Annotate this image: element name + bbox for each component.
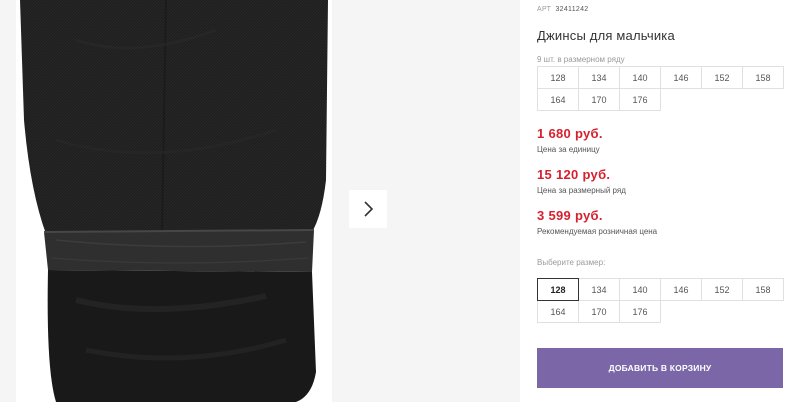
jeans-leg-image <box>16 0 332 402</box>
choose-size-label: Выберите размер: <box>537 258 606 267</box>
size-row-cell: 170 <box>578 88 620 111</box>
article-number: АРТ 32411242 <box>537 6 588 13</box>
size-row-price: 15 120 руб. <box>537 167 611 182</box>
add-to-cart-button[interactable]: ДОБАВИТЬ В КОРЗИНУ <box>537 348 783 388</box>
product-photo[interactable] <box>16 0 332 402</box>
chevron-right-icon <box>364 201 374 217</box>
size-row-label: 9 шт. в размерном ряду <box>537 55 625 64</box>
size-row-cell: 140 <box>619 66 661 89</box>
size-option-140[interactable]: 140 <box>619 278 661 301</box>
size-option-164[interactable]: 164 <box>537 300 579 323</box>
retail-price: 3 599 руб. <box>537 208 603 223</box>
product-title: Джинсы для мальчика <box>537 28 675 43</box>
size-option-134[interactable]: 134 <box>578 278 620 301</box>
size-option-158[interactable]: 158 <box>742 278 784 301</box>
article-label: АРТ <box>537 6 552 13</box>
size-row-grid: 128 134 140 146 152 158 164 170 176 <box>537 66 784 111</box>
size-option-176[interactable]: 176 <box>619 300 661 323</box>
size-option-170[interactable]: 170 <box>578 300 620 323</box>
size-picker: 128 134 140 146 152 158 164 170 176 <box>537 278 784 323</box>
retail-price-note: Рекомендуемая розничная цена <box>537 227 658 236</box>
unit-price: 1 680 руб. <box>537 126 603 141</box>
size-row-cell: 176 <box>619 88 661 111</box>
size-option-128[interactable]: 128 <box>537 278 579 301</box>
size-row-price-note: Цена за размерный ряд <box>537 186 626 195</box>
size-option-146[interactable]: 146 <box>660 278 702 301</box>
product-gallery <box>0 0 520 402</box>
article-value: 32411242 <box>555 6 589 13</box>
size-row-cell: 128 <box>537 66 579 89</box>
next-image-button[interactable] <box>349 190 387 228</box>
size-row-cell: 152 <box>701 66 743 89</box>
product-info: АРТ 32411242 Джинсы для мальчика 9 шт. в… <box>537 0 792 402</box>
size-row-cell: 164 <box>537 88 579 111</box>
size-row-cell: 146 <box>660 66 702 89</box>
unit-price-note: Цена за единицу <box>537 145 600 154</box>
size-row-cell: 158 <box>742 66 784 89</box>
size-option-152[interactable]: 152 <box>701 278 743 301</box>
size-row-cell: 134 <box>578 66 620 89</box>
